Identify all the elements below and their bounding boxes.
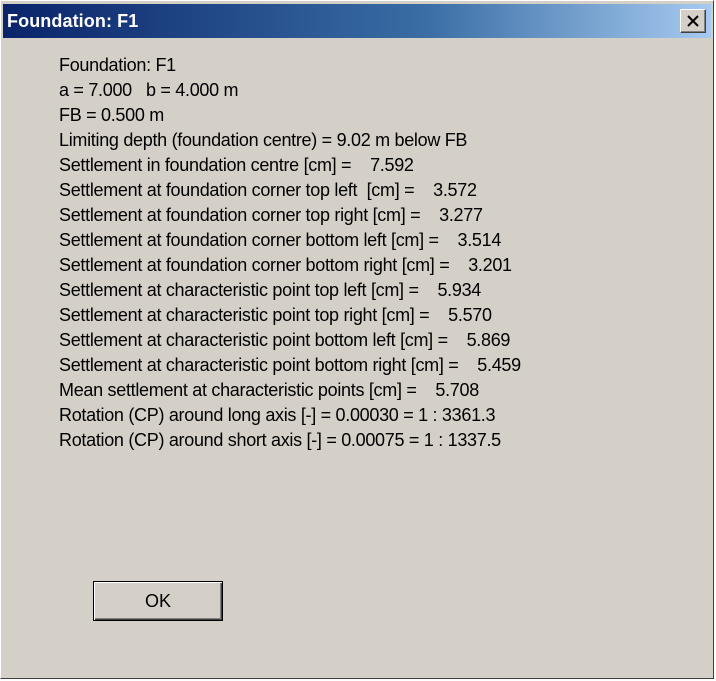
result-cp-top-left: Settlement at characteristic point top l… xyxy=(59,280,482,300)
results-panel: Foundation: F1 a = 7.000 b = 4.000 m FB … xyxy=(59,53,521,453)
result-mean-settlement: Mean settlement at characteristic points… xyxy=(59,380,479,400)
foundation-dialog: Foundation: F1 Foundation: F1 a = 7.000 … xyxy=(0,0,714,679)
close-button[interactable] xyxy=(680,9,706,33)
window-title: Foundation: F1 xyxy=(7,11,139,31)
result-corner-top-left: Settlement at foundation corner top left… xyxy=(59,180,477,200)
result-limiting-depth: Limiting depth (foundation centre) = 9.0… xyxy=(59,130,468,150)
result-corner-bottom-left: Settlement at foundation corner bottom l… xyxy=(59,230,502,250)
result-cp-bottom-left: Settlement at characteristic point botto… xyxy=(59,330,511,350)
ok-button[interactable]: OK xyxy=(93,581,223,621)
result-rotation-long-axis: Rotation (CP) around long axis [-] = 0.0… xyxy=(59,405,496,425)
result-dimensions: a = 7.000 b = 4.000 m xyxy=(59,80,239,100)
title-bar[interactable]: Foundation: F1 xyxy=(3,4,711,38)
result-foundation-name: Foundation: F1 xyxy=(59,55,176,75)
result-cp-bottom-right: Settlement at characteristic point botto… xyxy=(59,355,521,375)
result-settlement-centre: Settlement in foundation centre [cm] = 7… xyxy=(59,155,414,175)
result-cp-top-right: Settlement at characteristic point top r… xyxy=(59,305,492,325)
close-icon xyxy=(687,15,699,27)
result-corner-bottom-right: Settlement at foundation corner bottom r… xyxy=(59,255,512,275)
result-rotation-short-axis: Rotation (CP) around short axis [-] = 0.… xyxy=(59,430,501,450)
result-fb: FB = 0.500 m xyxy=(59,105,164,125)
result-corner-top-right: Settlement at foundation corner top righ… xyxy=(59,205,483,225)
